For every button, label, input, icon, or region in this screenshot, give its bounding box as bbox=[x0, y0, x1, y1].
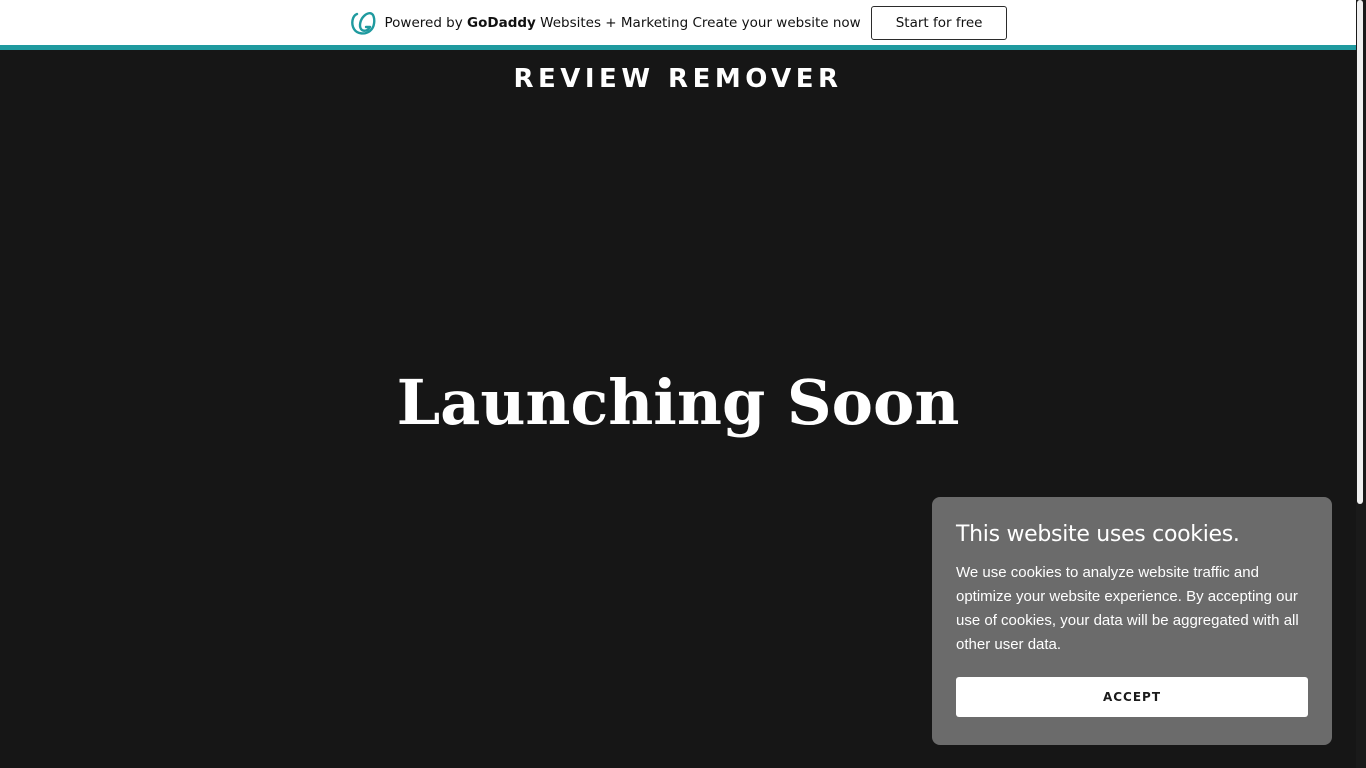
hero-title: Launching Soon bbox=[396, 366, 960, 439]
accept-cookies-button[interactable]: ACCEPT bbox=[956, 677, 1308, 717]
banner-accent-bar bbox=[0, 45, 1356, 50]
cookie-consent-dialog: This website uses cookies. We use cookie… bbox=[932, 497, 1332, 745]
page: Powered by GoDaddy Websites + Marketing … bbox=[0, 0, 1366, 768]
cookie-dialog-body: We use cookies to analyze website traffi… bbox=[956, 564, 1299, 653]
product-name: Websites + Marketing bbox=[540, 14, 689, 31]
scrollbar-thumb[interactable] bbox=[1357, 0, 1363, 504]
cta-text: Create your website now bbox=[692, 14, 861, 31]
brand-name: GoDaddy bbox=[467, 14, 536, 31]
godaddy-banner: Powered by GoDaddy Websites + Marketing … bbox=[0, 0, 1356, 45]
cookie-dialog-title: This website uses cookies. bbox=[956, 522, 1240, 547]
godaddy-logo-icon[interactable] bbox=[349, 9, 377, 37]
banner-text: Powered by GoDaddy Websites + Marketing … bbox=[385, 15, 861, 31]
powered-by-label: Powered by bbox=[384, 14, 463, 31]
start-for-free-button[interactable]: Start for free bbox=[870, 5, 1008, 40]
page-scrollbar[interactable] bbox=[1356, 0, 1366, 768]
godaddy-banner-content: Powered by GoDaddy Websites + Marketing … bbox=[349, 5, 1008, 40]
site-title[interactable]: REVIEW REMOVER bbox=[0, 64, 1356, 94]
